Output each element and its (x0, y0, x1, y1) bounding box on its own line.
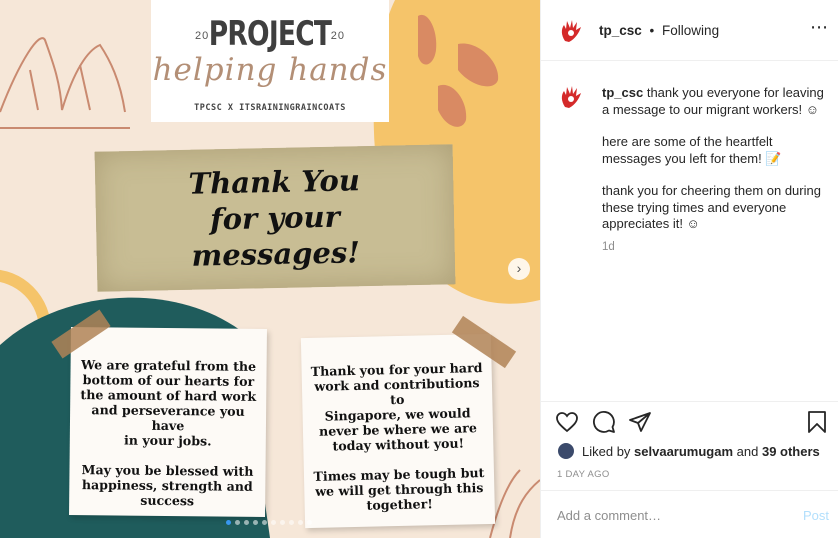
post-timestamp[interactable]: 1 DAY AGO (557, 469, 610, 480)
carousel-dot (235, 520, 240, 525)
comment-box: Post (541, 490, 838, 538)
post-header: tp_csc • Following ⋯ (541, 0, 838, 61)
carousel-dot (253, 520, 258, 525)
avatar[interactable] (557, 442, 575, 460)
like-button[interactable] (555, 410, 579, 434)
chevron-right-icon: › (516, 260, 522, 276)
header-user: tp_csc • Following (599, 23, 719, 38)
action-bar (541, 401, 838, 441)
post-comment-button[interactable]: Post (803, 508, 829, 523)
note-card-left: We are grateful from the bottom of our h… (69, 326, 267, 518)
more-horizontal-icon: ⋯ (810, 17, 829, 37)
caption-line-2: here are some of the heartfelt messages … (602, 134, 782, 166)
logo-subtitle: TPCSC X ITSRAININGRAINCOATS (194, 103, 346, 113)
likes-and: and (733, 444, 762, 459)
carousel-dot (226, 520, 231, 525)
carousel-dot (307, 520, 312, 525)
hand-logo-icon (561, 20, 581, 42)
share-button[interactable] (628, 410, 652, 434)
avatar[interactable] (555, 15, 587, 47)
likes-user-link[interactable]: selvaarumugam (634, 444, 733, 459)
carousel-dot (271, 520, 276, 525)
note-card-right: Thank you for your hard work and contrib… (300, 333, 496, 529)
carousel-next-button[interactable]: › (508, 258, 530, 280)
more-options-button[interactable]: ⋯ (810, 17, 829, 38)
carousel-dot (289, 520, 294, 525)
post-caption: tp_csc thank you everyone for leaving a … (602, 85, 826, 249)
carousel-dot (298, 520, 303, 525)
header-separator: • (649, 23, 655, 38)
caption-line-3: thank you for cheering them on during th… (602, 183, 821, 231)
likes-text: Liked by selvaarumugam and 39 others (582, 444, 820, 459)
caption-area: tp_csc thank you everyone for leaving a … (541, 61, 838, 401)
likes-others-link[interactable]: 39 others (762, 444, 820, 459)
send-icon (629, 412, 651, 432)
carousel-dot (262, 520, 267, 525)
heart-icon (556, 412, 578, 433)
caption-time[interactable]: 1d (602, 241, 615, 253)
comment-input[interactable] (557, 505, 787, 525)
hand-logo-icon (561, 86, 581, 108)
carousel-indicator (226, 520, 312, 525)
carousel-dot (244, 520, 249, 525)
comment-icon (593, 411, 615, 433)
likes-prefix: Liked by (582, 444, 635, 459)
bookmark-icon (808, 411, 826, 433)
avatar[interactable] (555, 81, 587, 113)
banner-text: Thank You for your messages! (188, 163, 361, 273)
comment-button[interactable] (592, 410, 616, 434)
following-status[interactable]: Following (662, 23, 719, 38)
thank-you-banner: Thank You for your messages! (94, 144, 456, 292)
logo-title: PROJECT (208, 14, 332, 54)
carousel-dot (280, 520, 285, 525)
logo-script-text: helping hands (152, 52, 388, 88)
post-media[interactable]: 20 20 PROJECT helping hands TPCSC X ITSR… (0, 0, 540, 538)
project-logo: 20 20 PROJECT helping hands TPCSC X ITSR… (151, 0, 389, 122)
header-username[interactable]: tp_csc (599, 23, 642, 38)
post-sidebar: tp_csc • Following ⋯ tp_csc thank you ev… (540, 0, 838, 538)
save-button[interactable] (805, 410, 829, 434)
caption-username[interactable]: tp_csc (602, 85, 643, 100)
